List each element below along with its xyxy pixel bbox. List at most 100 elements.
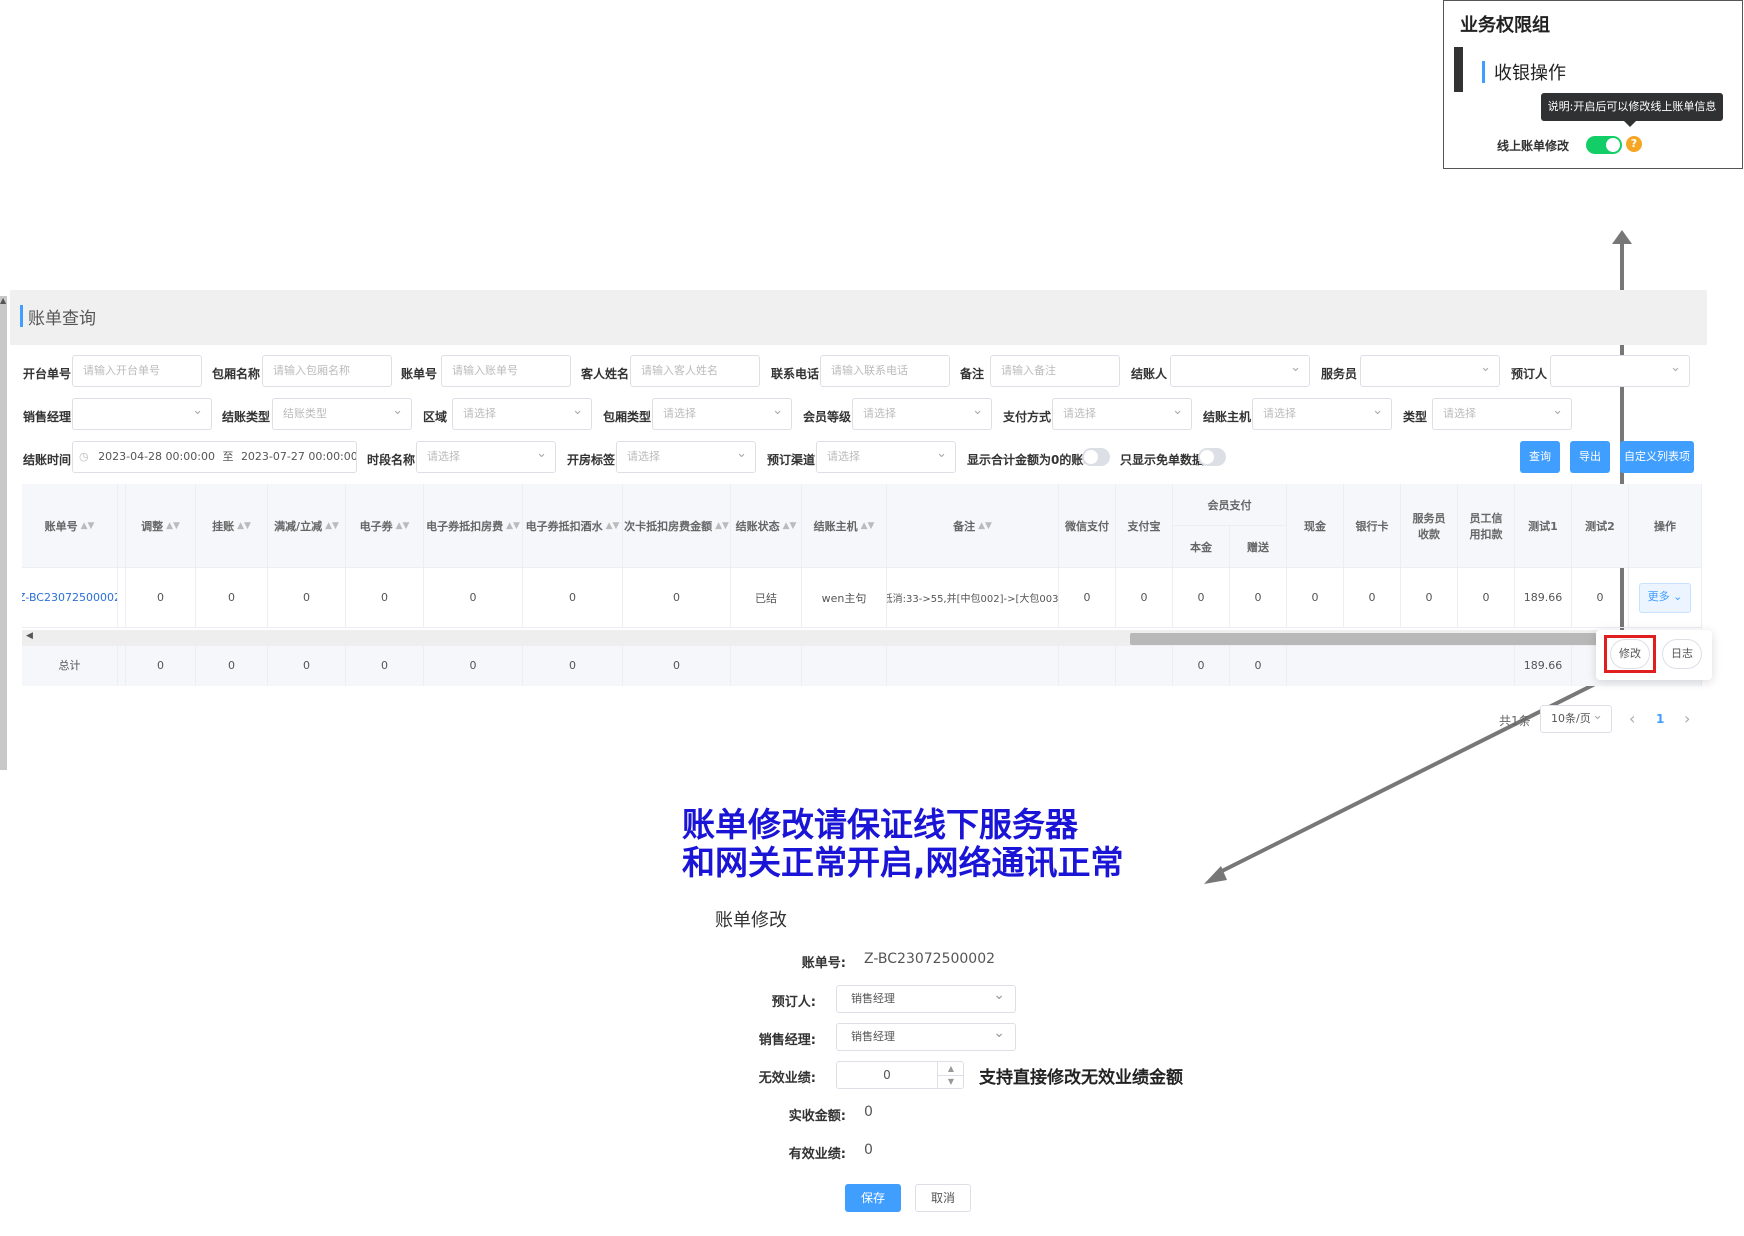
filter-label: 开房标签 — [567, 453, 616, 467]
invalid-performance-input[interactable]: 0 ▲ ▼ — [836, 1061, 964, 1089]
stepper-up-icon[interactable]: ▲ — [937, 1062, 964, 1076]
column-header[interactable]: 账单号 ▲▼ — [22, 484, 118, 568]
filter-label: 结账主机 — [1203, 410, 1252, 424]
room-type-select[interactable]: 请选择 — [652, 398, 792, 430]
column-header: 操作 — [1629, 484, 1702, 568]
table-cell: wen主句 — [802, 568, 887, 628]
page-header: 账单查询 — [10, 290, 1707, 345]
log-button[interactable]: 日志 — [1662, 639, 1702, 669]
export-button[interactable]: 导出 — [1570, 441, 1610, 473]
table-cell: 0 — [1173, 568, 1230, 628]
clock-icon: ◷ — [79, 450, 89, 463]
cancel-button[interactable]: 取消 — [915, 1184, 971, 1212]
waiter-select[interactable] — [1360, 355, 1500, 387]
valid-performance-label: 有效业绩: — [788, 1147, 846, 1162]
filter-label: 账单号 — [401, 367, 438, 381]
column-header[interactable]: 结账主机 ▲▼ — [802, 484, 887, 568]
payment-method-select[interactable]: 请选择 — [1052, 398, 1192, 430]
period-select[interactable]: 请选择 — [416, 441, 556, 473]
guest-name-input[interactable]: 请输入客人姓名 — [630, 355, 760, 387]
arrow-to-edit-form — [1215, 672, 1616, 876]
column-header[interactable]: 满减/立减 ▲▼ — [268, 484, 346, 568]
highlight-box — [1604, 635, 1656, 673]
room-tag-select[interactable]: 请选择 — [616, 441, 756, 473]
column-header[interactable]: 调整 ▲▼ — [126, 484, 196, 568]
page-size-select[interactable]: 10条/页 — [1540, 705, 1612, 733]
custom-columns-button[interactable]: 自定义列表项 — [1620, 441, 1694, 473]
footer-cell: 0 — [1173, 644, 1230, 686]
open-table-no-input[interactable]: 请输入开台单号 — [72, 355, 202, 387]
bill-table: 账单号 ▲▼ 调整 ▲▼ 挂账 ▲▼ 满减/立减 ▲▼ 电子券 ▲▼ 电子券抵扣房费 ▲▼ … — [22, 484, 1702, 686]
prev-page-icon[interactable]: ‹ — [1629, 709, 1635, 728]
next-page-icon[interactable]: › — [1684, 709, 1690, 728]
footer-cell — [802, 644, 887, 686]
more-button[interactable]: 更多 ⌄ — [1639, 582, 1691, 613]
filter-label: 时段名称 — [367, 453, 416, 467]
table-cell: 0 — [424, 568, 523, 628]
show-zero-toggle[interactable] — [1082, 448, 1110, 466]
sales-manager-select[interactable]: 销售经理 — [836, 1020, 1016, 1051]
checkout-host-select[interactable]: 请选择 — [1252, 398, 1392, 430]
column-header[interactable]: 次卡抵扣房费金额 ▲▼ — [623, 484, 731, 568]
page-number[interactable]: 1 — [1656, 712, 1664, 726]
column-header: 银行卡 — [1344, 484, 1401, 568]
scroll-up-icon[interactable]: ▲ — [0, 296, 6, 305]
scroll-left-icon[interactable]: ◀ — [26, 631, 33, 641]
scrollbar-vertical[interactable] — [0, 296, 7, 770]
free-only-toggle[interactable] — [1198, 448, 1226, 466]
filter-label: 结账人 — [1131, 367, 1168, 381]
table-cell: 0 — [1287, 568, 1344, 628]
column-header[interactable]: 电子券抵扣房费 ▲▼ — [424, 484, 523, 568]
filter-label: 包厢类型 — [603, 410, 652, 424]
scrollbar-thumb[interactable] — [1130, 633, 1602, 645]
range-separator: 至 — [222, 450, 234, 463]
bill-no-input[interactable]: 请输入账单号 — [441, 355, 571, 387]
bill-no-link[interactable]: Z-BC23072500002 — [22, 568, 118, 628]
table-cell: 0 — [268, 568, 346, 628]
phone-input[interactable]: 请输入联系电话 — [820, 355, 950, 387]
checkout-type-select[interactable]: 结账类型 — [272, 398, 412, 430]
column-header[interactable]: 电子券抵扣酒水 ▲▼ — [523, 484, 623, 568]
booker-select[interactable] — [1550, 355, 1690, 387]
table-cell: 0 — [1059, 568, 1116, 628]
footer-cell — [731, 644, 802, 686]
footer-cell: 0 — [196, 644, 268, 686]
room-name-input[interactable]: 请输入包厢名称 — [262, 355, 392, 387]
booker-select[interactable]: 销售经理 — [836, 982, 1016, 1013]
column-header[interactable]: 备注 ▲▼ — [887, 484, 1059, 568]
filter-label: 结账时间 — [23, 453, 72, 467]
received-amount-label: 实收金额: — [788, 1109, 846, 1124]
footer-cell: 0 — [523, 644, 623, 686]
column-header[interactable]: 挂账 ▲▼ — [196, 484, 268, 568]
column-header: 员工信用扣款 — [1458, 484, 1515, 568]
filter-label: 区域 — [423, 410, 448, 424]
table-cell: 低消:33->55,并[中包002]->[大包003] — [887, 568, 1059, 628]
table-cell: 更多 ⌄ — [1629, 568, 1702, 628]
filter-label: 备注 — [960, 367, 985, 381]
column-header[interactable]: 电子券 ▲▼ — [346, 484, 424, 568]
sales-manager-select[interactable] — [72, 398, 212, 430]
table-cell: 0 — [196, 568, 268, 628]
cashier-select[interactable] — [1170, 355, 1310, 387]
save-button[interactable]: 保存 — [845, 1184, 901, 1212]
filter-label: 会员等级 — [803, 410, 852, 424]
table-cell: 0 — [126, 568, 196, 628]
booking-channel-select[interactable]: 请选择 — [816, 441, 956, 473]
filter-label: 客人姓名 — [581, 367, 630, 381]
invalid-performance-label: 无效业绩: — [758, 1071, 816, 1086]
column-header[interactable]: 结账状态 ▲▼ — [731, 484, 802, 568]
filter-label: 显示合计金额为0的账单 — [967, 453, 1096, 467]
stepper-down-icon[interactable]: ▼ — [937, 1075, 964, 1088]
remark-input[interactable]: 请输入备注 — [990, 355, 1120, 387]
footer-cell: 0 — [346, 644, 424, 686]
table-cell: 189.66 — [1515, 568, 1572, 628]
arrow-head-up — [1612, 230, 1632, 244]
type-select[interactable]: 请选择 — [1432, 398, 1572, 430]
annotation-line-2: 和网关正常开启,网络通讯正常 — [682, 843, 1124, 882]
query-button[interactable]: 查询 — [1520, 441, 1560, 473]
area-select[interactable]: 请选择 — [452, 398, 592, 430]
checkout-time-range[interactable]: ◷ 2023-04-28 00:00:00 至 2023-07-27 00:00… — [72, 441, 357, 473]
member-level-select[interactable]: 请选择 — [852, 398, 992, 430]
received-amount-value: 0 — [864, 1104, 873, 1120]
range-end: 2023-07-27 00:00:00 — [240, 450, 357, 463]
